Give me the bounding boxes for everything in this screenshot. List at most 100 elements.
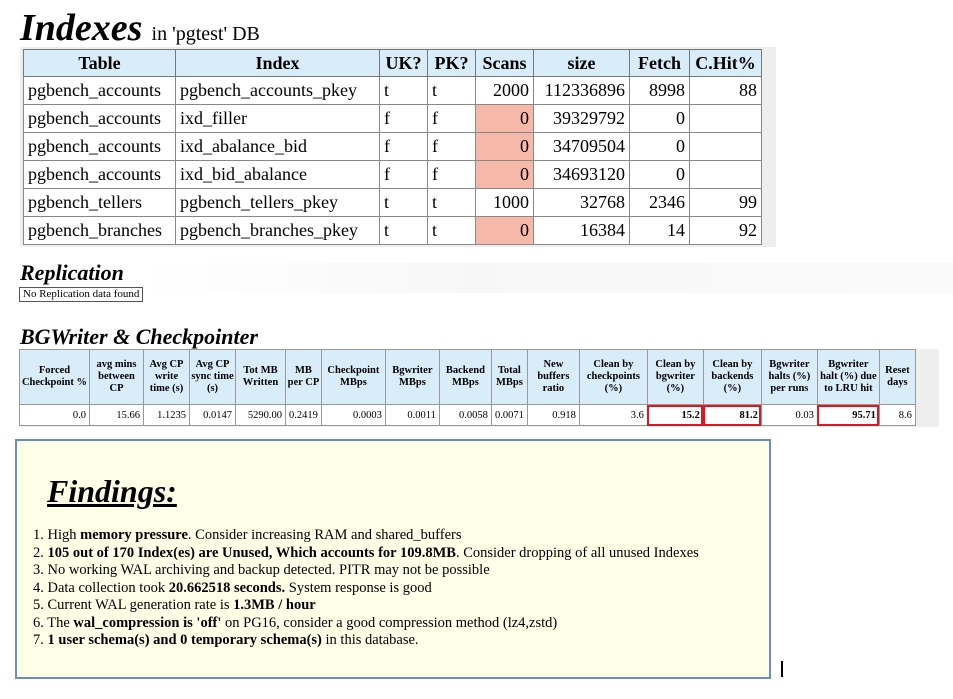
indexes-header-cell: Index <box>175 49 380 77</box>
indexes-header-cell: UK? <box>379 49 428 77</box>
finding-number: 2. <box>33 544 48 561</box>
bgwriter-header-cell: Backend MBps <box>438 349 492 405</box>
cell-unique-flag: f <box>379 160 428 189</box>
bgwriter-value: 0.918 <box>526 404 580 426</box>
finding-number: 1. <box>33 527 48 543</box>
text-cursor <box>781 661 783 677</box>
cell-scans: 0 <box>475 160 534 189</box>
cell-index-name: ixd_bid_abalance <box>175 160 380 189</box>
bgwriter-header-cell: MB per CP <box>285 349 322 405</box>
cell-primary-flag: f <box>427 104 476 133</box>
finding-text: No working WAL archiving and backup dete… <box>47 562 490 578</box>
cell-unique-flag: t <box>379 188 428 217</box>
indexes-header-row: Table Index UK? PK? Scans size Fetch C.Hit% <box>23 49 762 77</box>
table-row: pgbench_accounts pgbench_accounts_pkey t t 2… <box>23 76 762 105</box>
bgwriter-title: BGWriter & Checkpointer <box>20 324 258 349</box>
indexes-header-cell: Fetch <box>629 49 690 77</box>
bgwriter-header-cell: Forced Checkpoint % <box>19 349 90 405</box>
bgwriter-table: Forced Checkpoint % avg mins between CP Av… <box>19 349 916 426</box>
cell-unique-flag: f <box>379 104 428 133</box>
cell-scans: 0 <box>475 216 534 245</box>
cell-index-name: pgbench_branches_pkey <box>175 216 380 245</box>
finding-number: 6. <box>33 614 48 631</box>
cell-fetch: 0 <box>629 104 690 133</box>
finding-emphasis: 20.662518 seconds. <box>168 579 286 596</box>
cell-primary-flag: t <box>427 188 476 217</box>
cell-table-name: pgbench_accounts <box>23 160 176 189</box>
cell-size: 34709504 <box>533 132 630 161</box>
findings-list: 1. High memory pressure. Consider increa… <box>33 527 699 650</box>
replication-title: Replication <box>20 260 124 285</box>
cell-index-name: ixd_abalance_bid <box>175 132 380 161</box>
cell-size: 16384 <box>533 216 630 245</box>
finding-emphasis: wal_compression is 'off' <box>73 614 222 631</box>
finding-number: 7. <box>33 632 48 648</box>
bgwriter-header-cell: Reset days <box>878 349 916 405</box>
indexes-subtitle: in 'pgtest' DB <box>151 23 260 45</box>
table-row: pgbench_accounts ixd_abalance_bid f f 0 34709… <box>23 132 762 161</box>
cell-cache-hit <box>689 160 762 189</box>
cell-primary-flag: f <box>427 160 476 189</box>
finding-text: . Consider dropping of all unused Indexe… <box>455 544 699 561</box>
finding-emphasis: 1.3MB / hour <box>233 597 316 613</box>
finding-item: 6. The wal_compression is 'off' on PG16,… <box>33 615 699 633</box>
finding-item: 4. Data collection took 20.662518 second… <box>33 580 699 598</box>
cell-fetch: 8998 <box>629 76 690 105</box>
bgwriter-highlighted-value: 95.71 <box>816 404 880 426</box>
cell-cache-hit: 99 <box>689 188 762 217</box>
cell-cache-hit <box>689 104 762 133</box>
bgwriter-header-cell: Tot MB Written <box>235 349 286 405</box>
indexes-header-cell: Scans <box>475 49 534 77</box>
bgwriter-value: 0.2419 <box>285 404 322 426</box>
table-row: pgbench_accounts ixd_filler f f 0 39329792 0 <box>23 104 762 133</box>
bgwriter-values-row: 0.0 15.66 1.1235 0.0147 5290.00 0.2419 0.0003 0… <box>19 404 916 426</box>
replication-divider <box>140 263 953 293</box>
finding-text: . Consider increasing RAM and shared_buf… <box>187 527 462 543</box>
cell-size: 32768 <box>533 188 630 217</box>
bgwriter-header-cell: Avg CP write time (s) <box>143 349 190 405</box>
bgwriter-header-cell: Clean by backends (%) <box>702 349 762 405</box>
finding-text: Data collection took <box>47 579 169 596</box>
bgwriter-highlighted-value: 15.2 <box>646 404 704 426</box>
finding-emphasis: memory pressure <box>80 527 188 543</box>
indexes-header-cell: size <box>533 49 630 77</box>
findings-panel: Findings: 1. High memory pressure. Consi… <box>15 439 771 679</box>
cell-size: 112336896 <box>533 76 630 105</box>
cell-scans: 0 <box>475 132 534 161</box>
bgwriter-header-cell: Total MBps <box>490 349 528 405</box>
cell-cache-hit: 88 <box>689 76 762 105</box>
bgwriter-header-cell: avg mins between CP <box>89 349 144 405</box>
finding-item: 2. 105 out of 170 Index(es) are Unused, … <box>33 545 699 563</box>
cell-table-name: pgbench_accounts <box>23 104 176 133</box>
cell-primary-flag: t <box>427 216 476 245</box>
indexes-table: Table Index UK? PK? Scans size Fetch C.Hit% pgb… <box>23 49 762 245</box>
finding-text: in this database. <box>321 632 419 648</box>
bgwriter-value: 0.0 <box>19 404 90 426</box>
bgwriter-value: 0.03 <box>760 404 818 426</box>
table-row: pgbench_tellers pgbench_tellers_pkey t t 100… <box>23 188 762 217</box>
bgwriter-highlighted-value: 81.2 <box>702 404 762 426</box>
table-row: pgbench_accounts ixd_bid_abalance f f 0 34693… <box>23 160 762 189</box>
cell-primary-flag: f <box>427 132 476 161</box>
replication-message: No Replication data found <box>19 287 144 302</box>
cell-table-name: pgbench_accounts <box>23 132 176 161</box>
cell-cache-hit: 92 <box>689 216 762 245</box>
bgwriter-value: 1.1235 <box>143 404 190 426</box>
cell-index-name: pgbench_tellers_pkey <box>175 188 380 217</box>
finding-item: 5. Current WAL generation rate is 1.3MB … <box>33 597 699 615</box>
cell-unique-flag: f <box>379 132 428 161</box>
cell-scans: 1000 <box>475 188 534 217</box>
finding-emphasis: 1 user schema(s) and 0 temporary schema(… <box>47 632 322 648</box>
bgwriter-header-cell: Clean by bgwriter (%) <box>646 349 704 405</box>
bgwriter-value: 0.0071 <box>490 404 528 426</box>
bgwriter-value: 0.0147 <box>189 404 236 426</box>
finding-text: System response is good <box>285 579 432 596</box>
bgwriter-header-cell: Clean by checkpoints (%) <box>578 349 648 405</box>
cell-scans: 2000 <box>475 76 534 105</box>
cell-fetch: 2346 <box>629 188 690 217</box>
bgwriter-value: 3.6 <box>578 404 648 426</box>
cell-index-name: ixd_filler <box>175 104 380 133</box>
table-row: pgbench_branches pgbench_branches_pkey t t 0… <box>23 216 762 245</box>
cell-size: 39329792 <box>533 104 630 133</box>
bgwriter-header-cell: Bgwriter MBps <box>384 349 440 405</box>
